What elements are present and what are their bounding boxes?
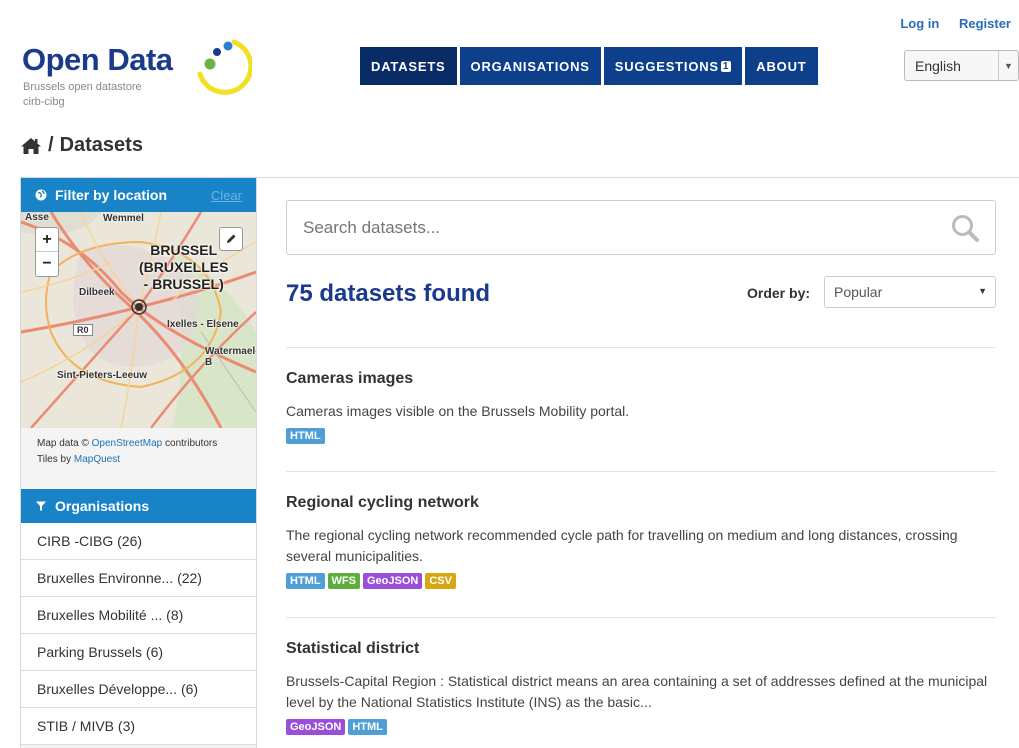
nav-about-label: ABOUT — [756, 58, 807, 74]
breadcrumb-separator: / — [48, 134, 54, 156]
globe-icon — [35, 189, 47, 201]
order-by-select[interactable]: Popular ▼ — [824, 276, 996, 308]
dataset-item: Regional cycling network The regional cy… — [286, 471, 996, 589]
openstreetmap-link[interactable]: OpenStreetMap — [92, 438, 163, 449]
org-filter-item[interactable]: Bruxelles Environne... (22) — [21, 560, 256, 597]
site-logo[interactable]: Open Data Brussels open datastore cirb-c… — [22, 34, 262, 114]
dataset-formats: HTML WFS GeoJSON CSV — [286, 573, 996, 589]
chevron-down-icon: ▼ — [998, 51, 1018, 80]
home-icon[interactable] — [20, 137, 42, 155]
order-by-value: Popular — [834, 284, 883, 300]
organisations-header: Organisations — [21, 489, 256, 523]
logo-title: Open Data — [22, 42, 173, 77]
format-tag-html[interactable]: HTML — [348, 719, 387, 735]
filter-location-title: Filter by location — [55, 187, 168, 203]
nav-organisations[interactable]: ORGANISATIONS — [459, 47, 601, 85]
mapquest-link[interactable]: MapQuest — [74, 454, 120, 465]
format-tag-geojson[interactable]: GeoJSON — [363, 573, 423, 589]
org-filter-item[interactable]: STIB / MIVB (3) — [21, 708, 256, 745]
zoom-in-button[interactable]: + — [36, 228, 58, 252]
logo-mark-icon — [197, 39, 252, 95]
dataset-title[interactable]: Statistical district — [286, 640, 996, 658]
nav-datasets[interactable]: DATASETS — [360, 47, 457, 85]
nav-organisations-label: ORGANISATIONS — [470, 58, 590, 74]
map-label-dilbeek: Dilbeek — [79, 287, 115, 298]
format-tag-wfs[interactable]: WFS — [327, 573, 360, 589]
dataset-formats: GeoJSON HTML — [286, 719, 996, 735]
location-map[interactable]: + − Asse Wemmel BRUSSEL (BRUXELLES - BRU… — [21, 212, 256, 428]
language-value: English — [915, 57, 961, 74]
format-tag-csv[interactable]: CSV — [425, 573, 456, 589]
search-icon[interactable] — [951, 214, 979, 242]
format-tag-html[interactable]: HTML — [286, 573, 325, 589]
map-label-brussel: BRUSSEL (BRUXELLES - BRUSSEL) — [139, 242, 229, 292]
org-filter-item[interactable]: CIRB -CIBG (26) — [21, 523, 256, 560]
dataset-formats: HTML — [286, 428, 996, 444]
dataset-notes: Brussels-Capital Region : Statistical di… — [286, 673, 988, 710]
org-filter-item[interactable]: Parking Brussels (6) — [21, 634, 256, 671]
logo-org: cirb-cibg — [23, 96, 65, 108]
format-tag-geojson[interactable]: GeoJSON — [286, 719, 346, 735]
language-select[interactable]: English ▼ — [904, 50, 1019, 81]
map-label-wemmel: Wemmel — [103, 213, 144, 224]
map-label-sint-pieters: Sint-Pieters-Leeuw — [57, 370, 148, 381]
register-link[interactable]: Register — [959, 16, 1011, 31]
map-credit-suffix: contributors — [165, 438, 218, 449]
nav-datasets-label: DATASETS — [371, 58, 446, 74]
organisations-title: Organisations — [55, 498, 150, 514]
results-count: 75 datasets found — [286, 280, 491, 307]
account-links: Log in Register — [884, 16, 1011, 31]
nav-suggestions[interactable]: SUGGESTIONS 1 — [603, 47, 743, 85]
zoom-out-button[interactable]: − — [36, 252, 58, 276]
search-input[interactable] — [287, 217, 907, 238]
dataset-item: Cameras images Cameras images visible on… — [286, 347, 996, 444]
suggestions-badge: 1 — [720, 60, 732, 72]
format-tag-html[interactable]: HTML — [286, 428, 325, 444]
filter-location-header: Filter by location Clear — [21, 178, 256, 212]
map-credit-prefix: Map data © — [37, 438, 89, 449]
login-link[interactable]: Log in — [900, 16, 939, 31]
dataset-title[interactable]: Regional cycling network — [286, 494, 996, 512]
main-nav: DATASETS ORGANISATIONS SUGGESTIONS 1 ABOU… — [360, 47, 818, 85]
filter-icon — [36, 501, 46, 511]
nav-suggestions-label: SUGGESTIONS — [614, 58, 719, 74]
map-credit: Map data © OpenStreetMap contributors Ti… — [21, 428, 256, 489]
breadcrumb-current: Datasets — [59, 134, 143, 156]
content-area: Filter by location Clear + − Asse Wemmel… — [20, 177, 1019, 748]
logo-subtitle: Brussels open datastore — [23, 81, 142, 93]
map-zoom-control: + − — [35, 227, 59, 277]
tiles-prefix: Tiles by — [37, 454, 72, 465]
map-label-r0: R0 — [73, 324, 93, 336]
org-filter-item[interactable]: Bruxelles Développe... (6) — [21, 671, 256, 708]
map-label-asse: Asse — [25, 212, 49, 223]
dataset-item: Statistical district Brussels-Capital Re… — [286, 617, 996, 735]
dataset-title[interactable]: Cameras images — [286, 370, 996, 388]
breadcrumb: / Datasets — [20, 134, 143, 157]
order-by-label: Order by: — [747, 285, 811, 301]
sidebar: Filter by location Clear + − Asse Wemmel… — [21, 178, 257, 748]
map-label-watermael: Watermael-B — [205, 346, 256, 368]
chevron-down-icon: ▼ — [978, 286, 987, 296]
dataset-notes: The regional cycling network recommended… — [286, 527, 958, 564]
search-box — [286, 200, 996, 255]
clear-location-link[interactable]: Clear — [211, 188, 242, 203]
map-label-ixelles: Ixelles - Elsene — [167, 319, 239, 330]
nav-about[interactable]: ABOUT — [745, 47, 818, 85]
dataset-notes: Cameras images visible on the Brussels M… — [286, 403, 630, 419]
org-filter-item[interactable]: Bruxelles Mobilité ... (8) — [21, 597, 256, 634]
